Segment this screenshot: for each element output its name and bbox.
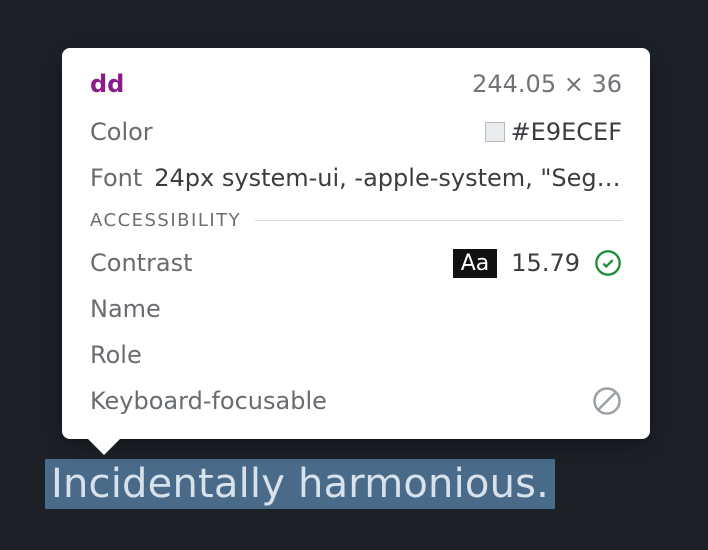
role-row: Role [90,337,622,373]
keyboard-focusable-row: Keyboard-focusable [90,383,622,419]
contrast-sample-badge: Aa [453,249,498,278]
contrast-ratio: 15.79 [511,249,580,277]
font-value: 24px system-ui, -apple-system, "Segoe… [154,164,622,192]
not-allowed-icon [592,386,622,416]
keyboard-focusable-label: Keyboard-focusable [90,387,327,415]
accessibility-title: ACCESSIBILITY [90,210,241,231]
inspected-text[interactable]: Incidentally harmonious. [45,459,555,509]
color-swatch-icon [485,122,505,142]
name-label: Name [90,295,161,323]
color-label: Color [90,118,153,146]
color-row: Color #E9ECEF [90,114,622,150]
element-dimensions: 244.05 × 36 [472,70,622,98]
name-row: Name [90,291,622,327]
font-label: Font [90,164,142,192]
divider [255,220,622,221]
color-hex: #E9ECEF [511,118,622,146]
element-tag-name: dd [90,70,124,98]
check-circle-icon [594,249,622,277]
contrast-row: Contrast Aa 15.79 [90,245,622,281]
contrast-value-group: Aa 15.79 [453,249,622,278]
element-inspector-tooltip: dd 244.05 × 36 Color #E9ECEF Font 24px s… [62,48,650,439]
element-header-row: dd 244.05 × 36 [90,66,622,102]
color-value: #E9ECEF [485,118,622,146]
role-label: Role [90,341,142,369]
contrast-label: Contrast [90,249,193,277]
accessibility-section-header: ACCESSIBILITY [90,210,622,231]
font-row: Font 24px system-ui, -apple-system, "Seg… [90,160,622,196]
